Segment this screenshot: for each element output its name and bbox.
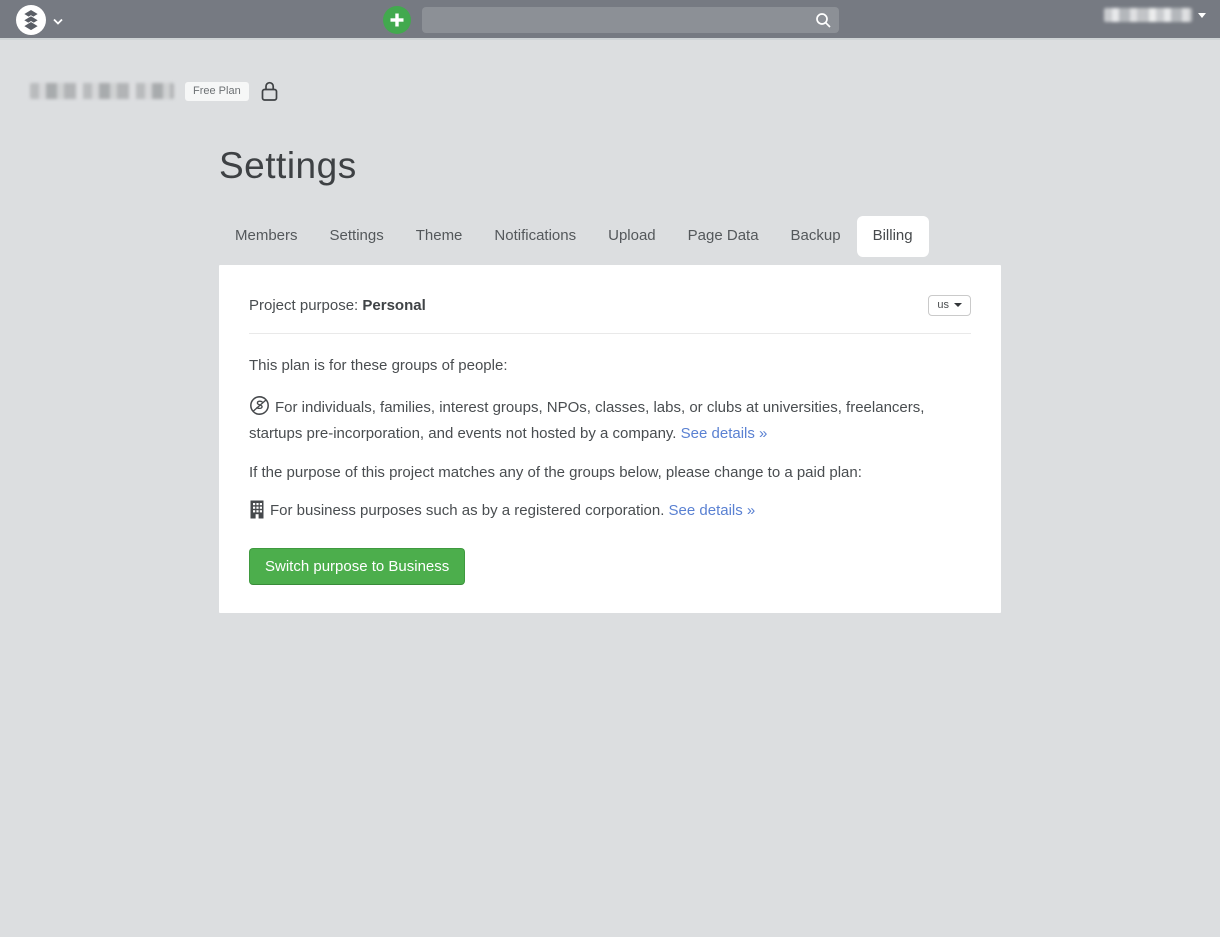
tab-billing[interactable]: Billing xyxy=(857,216,929,257)
tab-theme[interactable]: Theme xyxy=(400,216,479,257)
create-page-button[interactable] xyxy=(383,6,411,34)
user-menu-button[interactable] xyxy=(1104,8,1206,22)
main-content: Settings Members Settings Theme Notifica… xyxy=(0,40,1220,613)
no-money-icon xyxy=(249,403,270,420)
search-button[interactable] xyxy=(811,9,835,31)
personal-purpose-description: For individuals, families, interest grou… xyxy=(249,395,971,444)
see-details-link-personal[interactable]: See details » xyxy=(681,425,768,442)
search-icon xyxy=(815,12,832,29)
user-name-redacted xyxy=(1104,8,1192,22)
plus-icon xyxy=(389,12,405,28)
personal-description-text: For individuals, families, interest grou… xyxy=(249,399,924,441)
search-bar xyxy=(422,7,839,33)
building-icon xyxy=(249,506,265,523)
tab-backup[interactable]: Backup xyxy=(775,216,857,257)
search-input[interactable] xyxy=(422,7,839,33)
purpose-row: Project purpose: Personal us xyxy=(249,295,971,316)
business-description-text: For business purposes such as by a regis… xyxy=(270,502,664,519)
tab-settings[interactable]: Settings xyxy=(314,216,400,257)
divider xyxy=(249,333,971,334)
scrapbox-logo-icon xyxy=(16,5,46,35)
project-switcher-button[interactable] xyxy=(16,5,63,35)
tab-notifications[interactable]: Notifications xyxy=(478,216,592,257)
top-navbar xyxy=(0,0,1220,40)
tab-members[interactable]: Members xyxy=(219,216,314,257)
tabs-bar: Members Settings Theme Notifications Upl… xyxy=(219,216,1001,257)
tab-upload[interactable]: Upload xyxy=(592,216,672,257)
switch-purpose-button[interactable]: Switch purpose to Business xyxy=(249,548,465,586)
paid-plan-prompt: If the purpose of this project matches a… xyxy=(249,462,971,483)
project-purpose-text: Project purpose: Personal xyxy=(249,295,426,316)
caret-down-icon xyxy=(1198,13,1206,18)
see-details-link-business[interactable]: See details » xyxy=(669,502,756,519)
purpose-value: Personal xyxy=(362,297,425,314)
page-title: Settings xyxy=(219,145,1001,187)
billing-card: Project purpose: Personal us This plan i… xyxy=(219,265,1001,613)
tab-page-data[interactable]: Page Data xyxy=(672,216,775,257)
locale-label: us xyxy=(937,300,949,311)
caret-down-icon xyxy=(954,303,962,307)
plan-intro-text: This plan is for these groups of people: xyxy=(249,355,971,376)
locale-dropdown-button[interactable]: us xyxy=(928,295,971,316)
business-purpose-description: For business purposes such as by a regis… xyxy=(249,500,971,525)
chevron-down-icon xyxy=(53,13,63,28)
purpose-label: Project purpose: xyxy=(249,297,358,314)
